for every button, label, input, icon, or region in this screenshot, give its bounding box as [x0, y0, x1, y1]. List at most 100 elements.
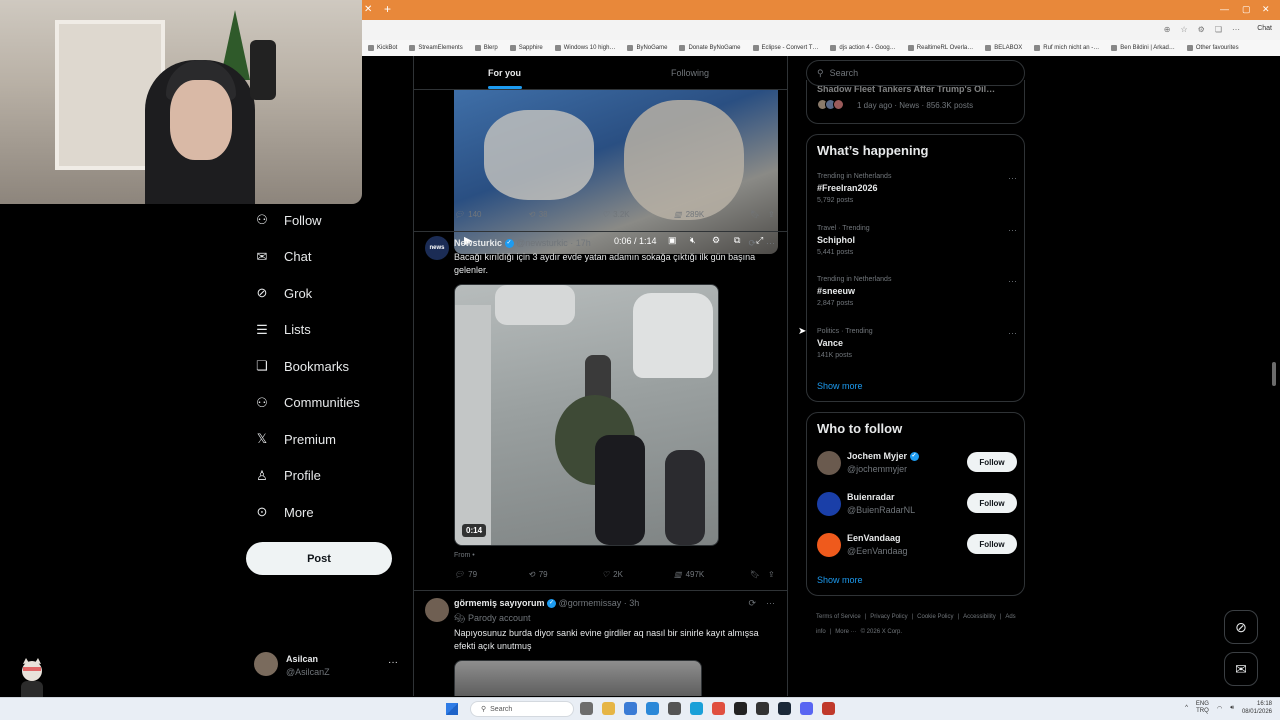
bookmark-item[interactable]: Ben Bildini | Arkad…	[1111, 45, 1175, 51]
tweet-handle[interactable]: @gormemissay	[559, 598, 622, 608]
bookmark-button[interactable]: 🔖︎	[750, 210, 760, 219]
nav-item-communities[interactable]: ⚇ Communities	[254, 395, 360, 411]
avatar[interactable]	[817, 492, 841, 516]
share-button[interactable]: ⇪	[768, 210, 775, 219]
messages-floating-button[interactable]: ✉	[1224, 652, 1258, 686]
more-icon[interactable]: ···	[1008, 276, 1017, 286]
views-button[interactable]: ▥ 289K	[674, 210, 704, 219]
follow-suggestion[interactable]: Buienradar @BuienRadarNL Follow	[817, 492, 1017, 522]
bookmark-item[interactable]: BELABOX	[985, 45, 1022, 51]
new-tab-button[interactable]: +	[384, 2, 391, 16]
settings-more-icon[interactable]: ⋯	[1232, 25, 1240, 34]
copilot-chat-label[interactable]: Chat	[1257, 25, 1272, 32]
follow-suggestion[interactable]: EenVandaag @EenVandaag Follow	[817, 533, 1017, 563]
nav-item-profile[interactable]: ♙ Profile	[254, 468, 321, 484]
favorite-star-icon[interactable]: ☆	[1180, 25, 1187, 34]
footer-link[interactable]: Privacy Policy	[870, 614, 907, 620]
tweet-time[interactable]: · 3h	[624, 598, 640, 608]
reply-button[interactable]: 💬︎ 140	[454, 210, 482, 219]
more-icon[interactable]: ···	[1008, 328, 1017, 338]
terminal-icon[interactable]	[734, 702, 747, 715]
taskbar-search-input[interactable]: ⚲ Search	[470, 701, 574, 717]
tab-for-you[interactable]: For you	[488, 68, 521, 78]
follow-button[interactable]: Follow	[967, 452, 1017, 472]
close-tab-icon[interactable]: ✕	[364, 4, 372, 15]
bookmark-item[interactable]: Donate ByNoGame	[679, 45, 741, 51]
views-button[interactable]: ▥ 497K	[674, 570, 704, 579]
account-switcher[interactable]: Asilcan @AsilcanZ ···	[254, 652, 404, 680]
follow-show-more-link[interactable]: Show more	[817, 575, 863, 585]
page-scrollbar[interactable]	[1271, 58, 1277, 694]
like-button[interactable]: ♡ 3.2K	[602, 210, 630, 219]
volume-icon[interactable]: 🔊︎	[1230, 705, 1234, 712]
scrollbar-thumb[interactable]	[1272, 362, 1276, 386]
nav-item-chat[interactable]: ✉ Chat	[254, 249, 312, 265]
trend-item[interactable]: Politics · Trending Vance 141K posts ···	[817, 328, 1017, 359]
extensions-icon[interactable]: ⚙	[1198, 25, 1205, 34]
app-icon[interactable]	[712, 702, 725, 715]
minimize-icon[interactable]: —	[1220, 4, 1229, 14]
grok-icon[interactable]: ⟳	[748, 238, 756, 249]
tweet-video-player[interactable]: ▶ 0:06 / 1:14 ▣ 🔇︎ ⚙ ⧉ ⤢	[454, 90, 778, 254]
avatar[interactable]	[817, 533, 841, 557]
tweet-author-name[interactable]: görmemiş sayıyorum	[454, 598, 545, 608]
video-settings-icon[interactable]: ⚙	[712, 235, 720, 246]
tweet-author-name[interactable]: Newsturkic	[454, 238, 502, 248]
grok-icon[interactable]: ⟳	[748, 598, 756, 609]
bookmark-item[interactable]: Ruf mich nicht an -…	[1034, 45, 1099, 51]
tweet-handle[interactable]: @newsturkic	[516, 238, 568, 248]
bookmark-item[interactable]: Other favourites	[1186, 45, 1239, 51]
bookmark-item[interactable]: StreamElements	[409, 45, 463, 51]
mail-icon[interactable]	[646, 702, 659, 715]
repost-button[interactable]: ⟲ 79	[528, 570, 548, 579]
mute-icon[interactable]: 🔇︎	[690, 235, 696, 246]
github-icon[interactable]	[668, 702, 681, 715]
search-input[interactable]: ⚲ Search	[806, 60, 1025, 86]
avatar[interactable]	[425, 598, 449, 622]
captions-icon[interactable]: ▣	[668, 235, 677, 246]
bookmark-item[interactable]: djs action 4 - Goog…	[830, 45, 896, 51]
language-indicator[interactable]: ENG TRQ	[1196, 701, 1209, 715]
footer-link[interactable]: © 2026 X Corp.	[861, 629, 902, 635]
footer-link[interactable]: Terms of Service	[816, 614, 861, 620]
more-icon[interactable]: ···	[766, 238, 775, 249]
wifi-icon[interactable]: ◠	[1217, 705, 1222, 712]
tweet-time[interactable]: · 17h	[570, 238, 591, 248]
edge-icon[interactable]	[690, 702, 703, 715]
like-button[interactable]: ♡ 2K	[602, 570, 623, 579]
close-window-icon[interactable]: ✕	[1262, 4, 1270, 15]
tab-following[interactable]: Following	[671, 68, 709, 78]
nav-item-bookmarks[interactable]: ❏ Bookmarks	[254, 358, 349, 374]
more-icon[interactable]: ···	[1008, 173, 1017, 183]
grok-floating-button[interactable]: ⊘	[1224, 610, 1258, 644]
more-icon[interactable]: ···	[766, 598, 775, 609]
reply-button[interactable]: 💬︎ 79	[454, 570, 477, 579]
bookmark-item[interactable]: RealtimeRL Overla…	[907, 45, 973, 51]
tray-chevron-icon[interactable]: ^	[1185, 705, 1188, 711]
nav-item-grok[interactable]: ⊘ Grok	[254, 285, 313, 301]
share-button[interactable]: ⇪	[768, 570, 775, 579]
tweet-video-player[interactable]: 0:14	[454, 284, 719, 546]
bookmark-item[interactable]: Windows 10 high…	[554, 45, 615, 51]
bookmark-item[interactable]: Eclipse - Convert T…	[752, 45, 818, 51]
nav-item-more[interactable]: ⊙ More	[254, 504, 314, 520]
windows-start-icon[interactable]	[446, 703, 458, 715]
collections-icon[interactable]: ❏	[1215, 25, 1222, 34]
avatar[interactable]	[817, 451, 841, 475]
zoom-icon[interactable]: ⊕	[1164, 25, 1171, 34]
bookmark-item[interactable]: Blerp	[474, 45, 498, 51]
bookmark-item[interactable]: ByNoGame	[627, 45, 667, 51]
footer-link[interactable]: More ···	[835, 629, 856, 635]
obs-icon[interactable]	[756, 702, 769, 715]
file-explorer-icon[interactable]	[602, 702, 615, 715]
trend-item[interactable]: Travel · Trending Schiphol 5,441 posts ···	[817, 225, 1017, 256]
follow-button[interactable]: Follow	[967, 534, 1017, 554]
tweet-media[interactable]	[454, 660, 702, 696]
repost-button[interactable]: ⟲ 38	[528, 210, 548, 219]
bookmark-item[interactable]: Sapphire	[509, 45, 543, 51]
footer-link[interactable]: Accessibility	[963, 614, 996, 620]
discord-icon[interactable]	[800, 702, 813, 715]
steam-icon[interactable]	[778, 702, 791, 715]
taskbar-clock[interactable]: 16:18 08/01/2026	[1242, 700, 1272, 716]
task-view-icon[interactable]	[580, 702, 593, 715]
